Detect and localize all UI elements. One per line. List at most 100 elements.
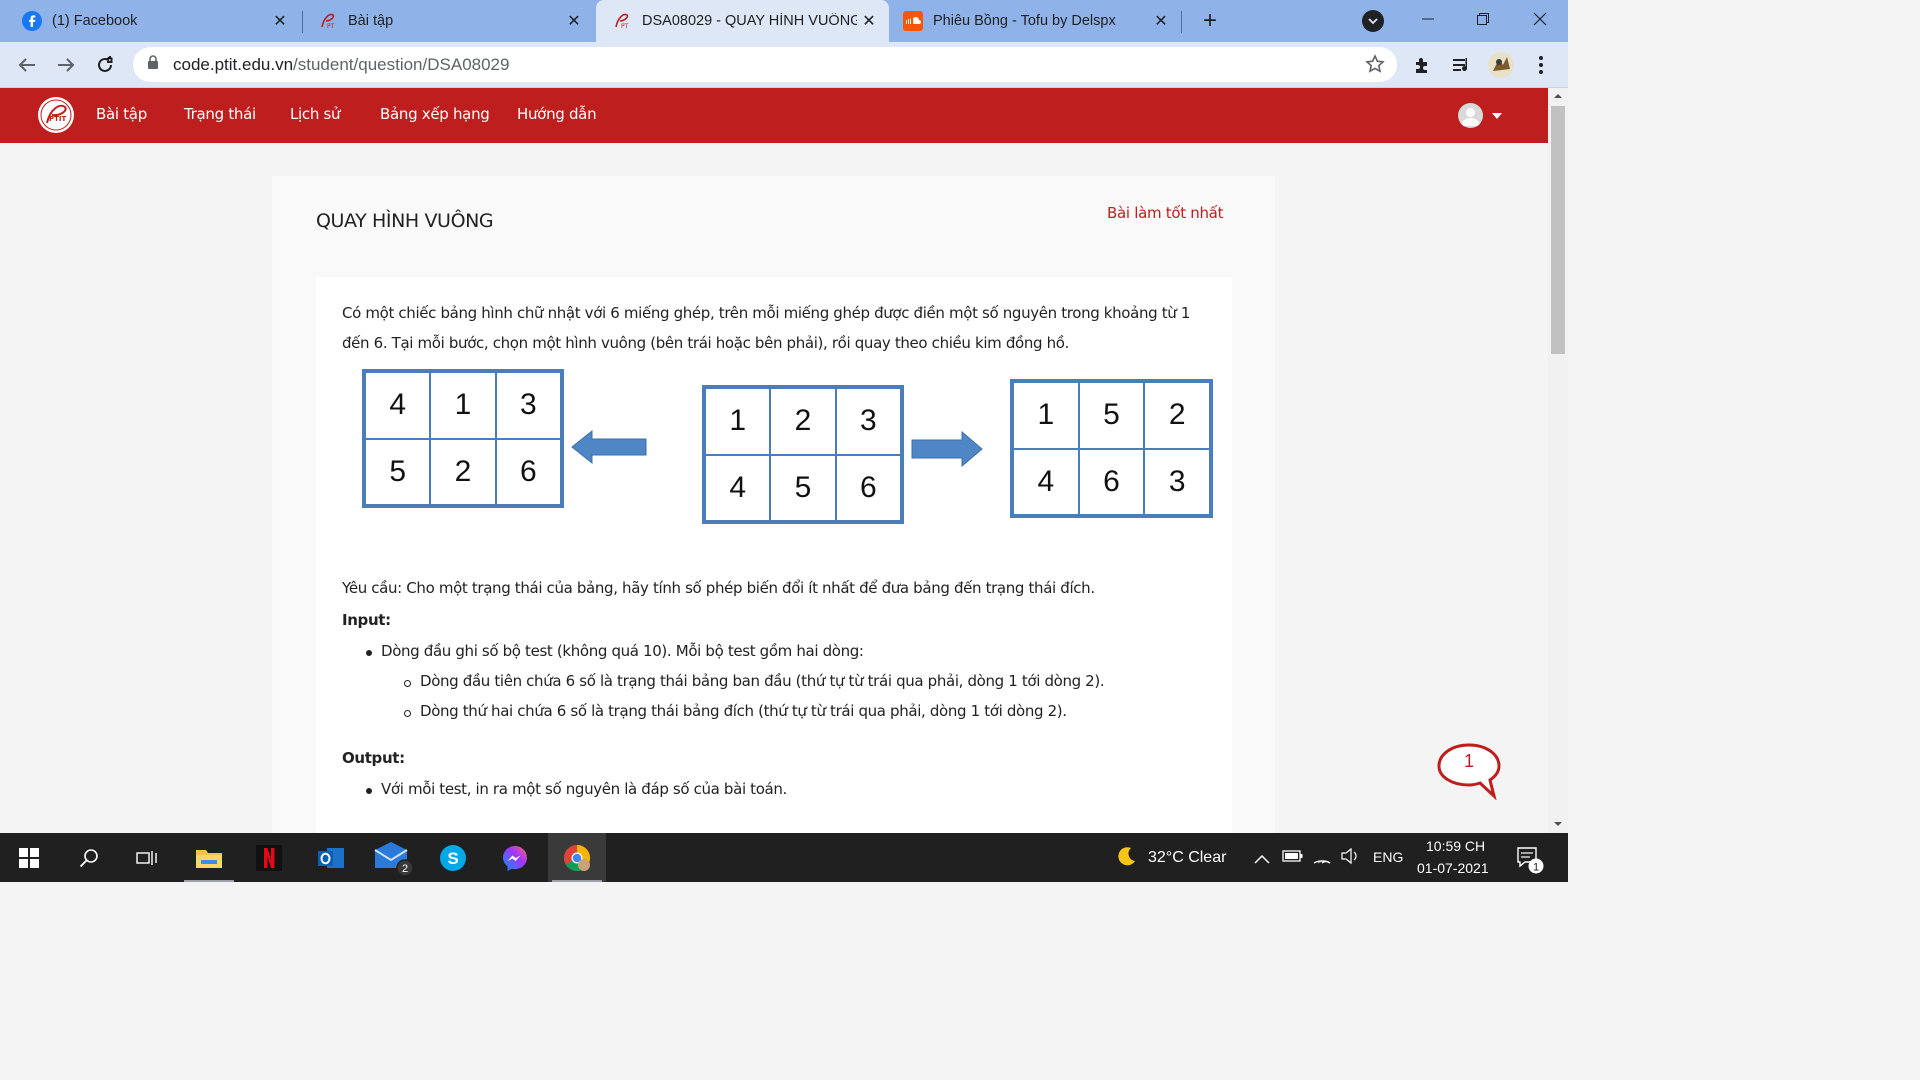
clock-time[interactable]: 10:59 CH bbox=[1426, 838, 1485, 854]
scroll-thumb[interactable] bbox=[1551, 106, 1565, 354]
back-arrow-icon[interactable] bbox=[13, 51, 41, 79]
grid-cell: 1 bbox=[705, 388, 771, 455]
messenger-icon[interactable] bbox=[486, 833, 544, 882]
input-heading: Input: bbox=[342, 611, 391, 629]
user-avatar[interactable] bbox=[1458, 103, 1483, 128]
address-bar[interactable]: code.ptit.edu.vn/student/question/DSA080… bbox=[133, 47, 1397, 82]
bullet-circle bbox=[404, 710, 411, 717]
netflix-icon[interactable] bbox=[240, 833, 298, 882]
right-arrow-icon bbox=[911, 430, 983, 468]
facebook-icon bbox=[22, 11, 42, 31]
scroll-down-icon[interactable] bbox=[1553, 821, 1563, 827]
question-title: QUAY HÌNH VUÔNG bbox=[316, 210, 494, 232]
volume-icon[interactable] bbox=[1340, 847, 1360, 870]
grid-cell: 6 bbox=[1078, 448, 1145, 515]
intro-text: Có một chiếc bảng hình chữ nhật với 6 mi… bbox=[342, 304, 1191, 352]
battery-icon[interactable] bbox=[1282, 849, 1304, 868]
tab-dsa08029[interactable]: PT DSA08029 - QUAY HÌNH VUÔNG ✕ bbox=[596, 0, 889, 42]
outlook-icon[interactable] bbox=[302, 833, 360, 882]
media-control-icon[interactable] bbox=[1448, 51, 1476, 79]
notifications-icon[interactable]: 1 bbox=[1516, 846, 1548, 881]
ptit-icon: PT bbox=[318, 11, 338, 31]
left-arrow-icon bbox=[571, 429, 647, 465]
chat-bubble-icon[interactable]: 1 bbox=[1436, 742, 1502, 805]
tab-separator bbox=[1181, 11, 1182, 33]
scroll-up-icon[interactable] bbox=[1553, 93, 1563, 99]
nav-lich-su[interactable]: Lịch sử bbox=[290, 105, 341, 123]
browser-toolbar: code.ptit.edu.vn/student/question/DSA080… bbox=[0, 42, 1568, 88]
windows-start-icon[interactable] bbox=[0, 833, 58, 882]
tab-title: (1) Facebook bbox=[52, 13, 138, 29]
site-logo[interactable]: PTIT bbox=[38, 97, 74, 133]
file-explorer-icon[interactable] bbox=[180, 833, 238, 882]
grid-cell: 2 bbox=[770, 388, 836, 455]
svg-text:2: 2 bbox=[402, 863, 408, 875]
close-tab-icon[interactable]: ✕ bbox=[1149, 9, 1173, 33]
minimize-icon[interactable] bbox=[1413, 5, 1443, 33]
close-tab-icon[interactable]: ✕ bbox=[857, 9, 881, 33]
site-navbar: PTIT Bài tập Trạng thái Lịch sử Bảng xếp… bbox=[0, 88, 1548, 143]
nav-huong-dan[interactable]: Hướng dẫn bbox=[517, 105, 597, 123]
mail-icon[interactable]: 2 bbox=[364, 833, 422, 882]
grid-right: 1 5 2 4 6 3 bbox=[1010, 379, 1213, 518]
tab-strip: (1) Facebook ✕ PT Bài tập ✕ PT DSA08029 … bbox=[0, 0, 1568, 42]
nav-bang-xep-hang[interactable]: Bảng xếp hạng bbox=[380, 105, 490, 123]
requirement-text: Yêu cầu: Cho một trạng thái của bảng, hã… bbox=[342, 579, 1095, 597]
grid-cell: 6 bbox=[835, 454, 901, 521]
tab-search-icon[interactable] bbox=[1362, 10, 1384, 32]
bookmark-star-icon[interactable] bbox=[1365, 54, 1385, 79]
chrome-icon[interactable] bbox=[548, 833, 606, 882]
close-tab-icon[interactable]: ✕ bbox=[562, 9, 586, 33]
extensions-puzzle-icon[interactable] bbox=[1409, 51, 1437, 79]
svg-text:PTIT: PTIT bbox=[49, 115, 67, 123]
page-scrollbar[interactable] bbox=[1548, 88, 1568, 833]
task-view-icon[interactable] bbox=[118, 833, 176, 882]
lock-icon[interactable] bbox=[147, 55, 159, 74]
nav-bai-tap[interactable]: Bài tập bbox=[96, 105, 147, 123]
tab-title: DSA08029 - QUAY HÌNH VUÔNG bbox=[642, 13, 857, 29]
svg-text:1: 1 bbox=[1464, 751, 1474, 771]
weather-moon-icon[interactable] bbox=[1114, 845, 1138, 874]
tray-overflow-chevron-icon[interactable] bbox=[1254, 851, 1270, 869]
grid-cell: 5 bbox=[1078, 382, 1145, 449]
tab-facebook[interactable]: (1) Facebook ✕ bbox=[0, 0, 300, 42]
svg-text:1: 1 bbox=[1533, 862, 1539, 874]
url-text: code.ptit.edu.vn/student/question/DSA080… bbox=[173, 54, 510, 74]
nav-trang-thai[interactable]: Trạng thái bbox=[184, 105, 256, 123]
menu-dots-icon[interactable] bbox=[1527, 51, 1555, 79]
wifi-icon[interactable] bbox=[1312, 847, 1332, 870]
tab-soundcloud[interactable]: Phiêu Bồng - Tofu by Delspx ✕ bbox=[889, 0, 1181, 42]
input-sub-bullet-1: Dòng đầu tiên chứa 6 số là trạng thái bả… bbox=[420, 672, 1105, 690]
grid-cell: 1 bbox=[1013, 382, 1079, 449]
grid-cell: 4 bbox=[1013, 448, 1079, 515]
windows-taskbar: 2 S 32°C Clear ENG 10:59 CH 01-07-2021 1 bbox=[0, 833, 1568, 882]
new-tab-button[interactable]: + bbox=[1196, 7, 1224, 35]
tab-bai-tap[interactable]: PT Bài tập ✕ bbox=[296, 0, 594, 42]
close-window-icon[interactable] bbox=[1525, 5, 1555, 33]
forward-arrow-icon[interactable] bbox=[52, 51, 80, 79]
user-dropdown-caret-icon[interactable] bbox=[1492, 113, 1502, 119]
tab-title: Phiêu Bồng - Tofu by Delspx bbox=[933, 13, 1116, 29]
output-heading: Output: bbox=[342, 749, 405, 767]
restore-icon[interactable] bbox=[1468, 5, 1498, 33]
reload-icon[interactable] bbox=[91, 51, 119, 79]
grid-cell: 3 bbox=[1144, 448, 1210, 515]
question-card: QUAY HÌNH VUÔNG Bài làm tốt nhất Có một … bbox=[272, 176, 1275, 833]
svg-text:S: S bbox=[447, 849, 458, 868]
grid-cell: 4 bbox=[705, 454, 771, 521]
language-indicator[interactable]: ENG bbox=[1373, 849, 1403, 865]
skype-icon[interactable]: S bbox=[424, 833, 482, 882]
soundcloud-icon bbox=[903, 11, 923, 31]
grid-cell: 4 bbox=[365, 372, 431, 439]
grid-cell: 1 bbox=[430, 372, 496, 439]
close-tab-icon[interactable]: ✕ bbox=[268, 9, 292, 33]
ptit-icon: PT bbox=[612, 11, 632, 31]
profile-avatar-icon[interactable] bbox=[1487, 51, 1515, 79]
clock-date[interactable]: 01-07-2021 bbox=[1417, 860, 1489, 876]
bullet-dot bbox=[366, 788, 372, 794]
bullet-dot bbox=[366, 650, 372, 656]
best-solution-link[interactable]: Bài làm tốt nhất bbox=[1107, 204, 1223, 222]
weather-text[interactable]: 32°C Clear bbox=[1148, 849, 1226, 867]
search-icon[interactable] bbox=[60, 833, 118, 882]
svg-text:PT: PT bbox=[621, 23, 629, 30]
